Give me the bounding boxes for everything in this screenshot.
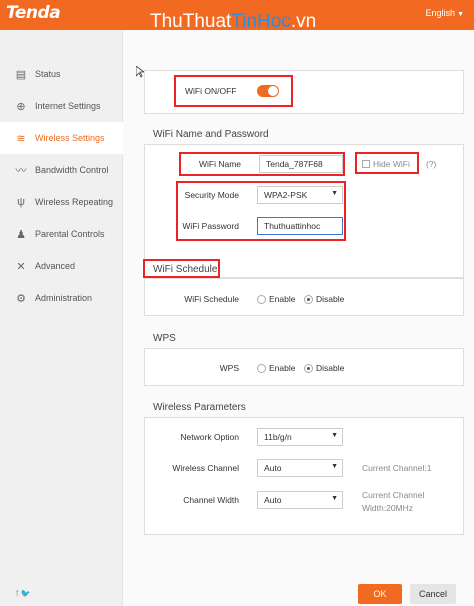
sidebar-item-internet-settings[interactable]: ⊕ Internet Settings [0, 90, 123, 122]
sidebar-item-label: Parental Controls [35, 229, 105, 239]
radio[interactable] [257, 294, 266, 304]
disable-label: Disable [316, 363, 345, 373]
toggle-knob [268, 86, 278, 96]
wps-disable-radio[interactable]: Disable [304, 363, 344, 373]
section-title-schedule: WiFi Schedule [153, 264, 218, 275]
sidebar: ▤ Status ⊕ Internet Settings ≋ Wireless … [0, 30, 123, 606]
network-option-select[interactable]: 11b/g/n ▼ [257, 428, 343, 446]
schedule-label: WiFi Schedule [184, 294, 239, 304]
sidebar-item-wireless-repeating[interactable]: ψ Wireless Repeating [0, 186, 123, 218]
tools-icon: ✕ [16, 260, 26, 273]
sidebar-item-label: Advanced [35, 261, 76, 271]
chevron-down-icon: ▼ [457, 11, 464, 18]
disable-label: Disable [316, 294, 345, 304]
tenda-logo: Tenda [6, 3, 61, 23]
radio[interactable] [304, 294, 313, 304]
wifi-toggle[interactable] [257, 85, 279, 97]
wifi-name-input[interactable]: Tenda_787F68 [259, 155, 343, 173]
current-width-line1: Current Channel [362, 490, 425, 500]
hide-wifi-checkbox[interactable]: Hide WiFi [362, 159, 410, 169]
globe-icon: ⊕ [16, 100, 26, 113]
wifi-password-label: WiFi Password [182, 221, 239, 231]
sidebar-item-label: Wireless Settings [35, 133, 105, 143]
chevron-down-icon: ▼ [331, 432, 338, 439]
social-links[interactable]: f 🐦 [16, 589, 30, 598]
wps-enable-radio[interactable]: Enable [257, 363, 295, 373]
wireless-channel-value: Auto [264, 463, 282, 473]
schedule-enable-radio[interactable]: Enable [257, 294, 295, 304]
wireless-channel-select[interactable]: Auto ▼ [257, 459, 343, 477]
sidebar-item-label: Wireless Repeating [35, 197, 114, 207]
parental-icon: ♟ [16, 228, 26, 241]
sidebar-item-administration[interactable]: ⚙ Administration [0, 282, 123, 314]
wifi-password-input[interactable]: Thuthuattinhoc [257, 217, 343, 235]
cancel-button[interactable]: Cancel [410, 584, 456, 604]
current-channel-text: Current Channel:1 [362, 463, 432, 473]
network-option-label: Network Option [180, 432, 239, 442]
wifi-icon: ≋ [16, 132, 26, 145]
sidebar-item-label: Bandwidth Control [35, 165, 109, 175]
wps-label: WPS [219, 363, 239, 373]
main-content: WiFi ON/OFF WiFi Name and Password WiFi … [123, 30, 474, 606]
sidebar-item-label: Administration [35, 293, 93, 303]
current-width-line2: Width:20MHz [362, 503, 414, 513]
network-option-value: 11b/g/n [264, 432, 292, 442]
enable-label: Enable [269, 363, 296, 373]
status-icon: ▤ [15, 68, 27, 81]
sidebar-item-label: Internet Settings [35, 101, 101, 111]
checkbox[interactable] [362, 160, 370, 168]
chart-icon: 〰 [15, 165, 27, 177]
security-mode-value: WPA2-PSK [264, 190, 308, 200]
language-selector[interactable]: English ▼ [426, 8, 464, 18]
antenna-icon: ψ [17, 196, 25, 208]
radio[interactable] [257, 363, 266, 373]
sidebar-item-wireless-settings[interactable]: ≋ Wireless Settings [0, 122, 123, 154]
enable-label: Enable [269, 294, 296, 304]
channel-width-select[interactable]: Auto ▼ [257, 491, 343, 509]
sidebar-item-status[interactable]: ▤ Status [0, 58, 123, 90]
top-bar: Tenda ThuThuatTinHoc.vn English ▼ [0, 0, 474, 32]
chevron-down-icon: ▼ [331, 495, 338, 502]
sidebar-item-parental-controls[interactable]: ♟ Parental Controls [0, 218, 123, 250]
hide-wifi-label: Hide WiFi [373, 159, 410, 169]
section-title-name-password: WiFi Name and Password [153, 129, 269, 140]
wifi-name-label: WiFi Name [198, 159, 241, 169]
wireless-channel-label: Wireless Channel [172, 463, 239, 473]
sidebar-item-advanced[interactable]: ✕ Advanced [0, 250, 123, 282]
chevron-down-icon: ▼ [331, 190, 338, 197]
chevron-down-icon: ▼ [331, 463, 338, 470]
ok-button[interactable]: OK [358, 584, 402, 604]
channel-width-label: Channel Width [183, 495, 239, 505]
channel-width-value: Auto [264, 495, 282, 505]
sidebar-item-bandwidth-control[interactable]: 〰 Bandwidth Control [0, 154, 123, 186]
section-title-wireless-params: Wireless Parameters [153, 402, 246, 413]
security-mode-select[interactable]: WPA2-PSK ▼ [257, 186, 343, 204]
radio[interactable] [304, 363, 313, 373]
wifi-toggle-label: WiFi ON/OFF [185, 86, 237, 96]
gear-icon: ⚙ [16, 292, 26, 305]
section-title-wps: WPS [153, 333, 176, 344]
security-mode-label: Security Mode [184, 190, 239, 200]
help-icon[interactable]: (?) [426, 159, 436, 169]
sidebar-item-label: Status [35, 69, 61, 79]
schedule-disable-radio[interactable]: Disable [304, 294, 344, 304]
